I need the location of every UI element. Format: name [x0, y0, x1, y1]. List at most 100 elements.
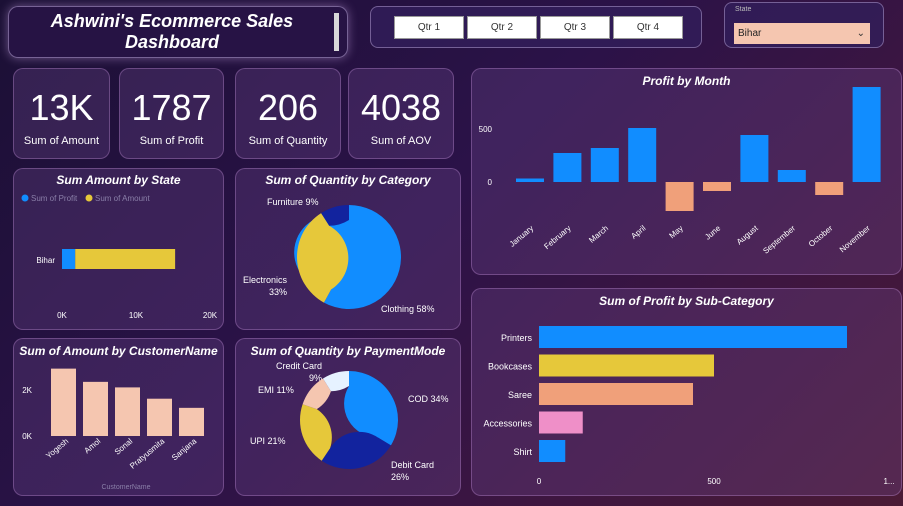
- panel-profit-by-subcategory: Sum of Profit by Sub-Category 0 500 1...…: [471, 288, 902, 496]
- legend-amount-marker: [85, 194, 93, 202]
- customer-bar: [51, 368, 76, 436]
- customer-bar: [115, 387, 140, 436]
- panel-profit-by-month: Profit by Month 500 0 January February Mar…: [471, 68, 902, 275]
- category-label: Accessories: [483, 419, 532, 429]
- slice-label-upi: UPI 21%: [250, 436, 286, 446]
- slice-label-cod: COD 34%: [408, 394, 449, 404]
- panel-amount-by-customer: Sum of Amount by CustomerName 2K 0K Cust…: [13, 338, 224, 496]
- kpi-value: 4038: [360, 87, 442, 128]
- qtr-4-button[interactable]: Qtr 4: [613, 16, 683, 39]
- x-tick-label: August: [735, 223, 760, 246]
- legend-profit-marker: [21, 194, 29, 202]
- x-tick-label: 20K: [203, 311, 218, 320]
- kpi-value: 206: [257, 87, 319, 128]
- month-bar: [665, 182, 694, 211]
- qtr-2-button[interactable]: Qtr 2: [467, 16, 537, 39]
- slice-label-credit-card: Credit Card 9%: [276, 361, 322, 383]
- legend-profit-text: Sum of Profit: [31, 194, 78, 203]
- subcategory-bar-chart: 0 500 1... Printers Bookcases Saree Accesso…: [483, 326, 895, 486]
- x-tick-label: February: [542, 224, 572, 251]
- title-panel: Ashwini's Ecommerce Sales Dashboard: [8, 6, 348, 58]
- subcategory-bar: [539, 354, 714, 377]
- customer-bar: [147, 398, 172, 436]
- category-label: Shirt: [513, 447, 532, 457]
- kpi-label: Sum of Amount: [23, 135, 100, 147]
- state-dropdown[interactable]: Bihar ⌄: [734, 23, 870, 44]
- category-label: Bihar: [36, 256, 55, 265]
- month-bar: [777, 170, 806, 182]
- customer-bar-chart: 2K 0K CustomerName Yogesh Amol SonalPratyu…: [22, 368, 204, 491]
- month-bar: [516, 178, 544, 182]
- kpi-value: 13K: [29, 87, 94, 128]
- month-bar: [852, 87, 881, 182]
- category-donut-chart: Furniture 9% Electronics 33% Clothing 58%: [243, 197, 435, 314]
- qtr-1-button[interactable]: Qtr 1: [394, 16, 464, 39]
- category-label: Saree: [508, 390, 532, 400]
- x-tick-label: 0: [537, 477, 542, 486]
- x-tick-label: November: [838, 223, 872, 254]
- y-tick-label: 2K: [22, 386, 32, 395]
- slice-label-electronics: Electronics 33%: [243, 275, 288, 297]
- month-bar: [703, 182, 731, 191]
- legend-amount-text: Sum of Amount: [95, 194, 150, 203]
- state-filter-label: State: [735, 6, 752, 13]
- dashboard-title: Ashwini's Ecommerce Sales Dashboard: [50, 11, 294, 52]
- customer-bar: [83, 381, 108, 436]
- x-tick-label: March: [587, 224, 610, 245]
- subcategory-bar: [539, 383, 693, 405]
- month-bar: [815, 182, 844, 195]
- panel-quantity-by-payment: Sum of Quantity by PaymentMode COD 34% D…: [235, 338, 461, 496]
- slice-label-debit-card: Debit Card 26%: [391, 460, 434, 482]
- slice-label-clothing: Clothing 58%: [381, 304, 435, 314]
- month-bar-chart: 500 0 January February March April May June Au…: [479, 87, 881, 256]
- kpi-label: Sum of Profit: [139, 135, 204, 147]
- month-bar: [590, 148, 619, 182]
- quarter-slicer: Qtr 1 Qtr 2 Qtr 3 Qtr 4: [370, 6, 702, 48]
- category-label: Bookcases: [488, 362, 533, 372]
- subcategory-bar: [539, 411, 583, 434]
- month-bar: [553, 153, 582, 182]
- panel-amount-by-state: Sum Amount by State Sum of Profit Sum of…: [13, 168, 224, 330]
- kpi-value: 1787: [131, 87, 212, 128]
- x-tick-label: Amol: [83, 436, 103, 455]
- x-tick-label: Sonal: [113, 436, 135, 456]
- month-bar: [740, 135, 769, 182]
- x-tick-label: April: [629, 224, 647, 241]
- panel-quantity-by-category: Sum of Quantity by Category Furniture 9%…: [235, 168, 461, 330]
- state-bar-chart: Sum of Profit Sum of Amount Bihar 0K 10K…: [21, 194, 218, 320]
- y-tick-label: 0K: [22, 432, 32, 441]
- bar-amount: [75, 249, 176, 269]
- x-tick-label: May: [668, 224, 685, 241]
- y-tick-label: 0: [488, 178, 493, 187]
- kpi-card-quantity: 206 Sum of Quantity: [235, 68, 341, 159]
- slice-label-emi: EMI 11%: [258, 385, 294, 395]
- x-tick-label: 0K: [57, 311, 67, 320]
- kpi-card-aov: 4038 Sum of AOV: [348, 68, 454, 159]
- category-label: Printers: [501, 333, 533, 343]
- kpi-label: Sum of Quantity: [248, 135, 328, 147]
- x-tick-label: September: [761, 223, 797, 255]
- kpi-card-amount: 13K Sum of Amount: [13, 68, 110, 159]
- x-axis-title: CustomerName: [101, 484, 150, 491]
- kpi-label: Sum of AOV: [370, 135, 432, 147]
- y-tick-label: 500: [479, 125, 493, 134]
- state-filter: State Bihar ⌄: [724, 2, 884, 48]
- subcategory-bar: [539, 440, 566, 462]
- x-tick-label: Yogesh: [44, 437, 70, 461]
- bar-profit: [62, 249, 76, 269]
- donut-slice: [300, 404, 332, 461]
- slice-label-furniture: Furniture 9%: [267, 197, 319, 207]
- x-tick-label: Pratyusmita: [128, 436, 167, 470]
- x-tick-label: 10K: [129, 311, 144, 320]
- title-accent-bar: [334, 13, 339, 51]
- x-tick-label: Sanjana: [170, 436, 199, 462]
- subcategory-bar: [539, 326, 847, 348]
- payment-donut-chart: COD 34% Debit Card 26% UPI 21% EMI 11% Cr…: [250, 361, 449, 482]
- x-tick-label: 1...: [883, 477, 894, 486]
- x-tick-label: 500: [707, 477, 721, 486]
- x-tick-label: June: [703, 223, 722, 241]
- x-tick-label: October: [807, 223, 835, 248]
- state-dropdown-value: Bihar: [738, 28, 762, 39]
- month-bar: [628, 128, 657, 182]
- qtr-3-button[interactable]: Qtr 3: [540, 16, 610, 39]
